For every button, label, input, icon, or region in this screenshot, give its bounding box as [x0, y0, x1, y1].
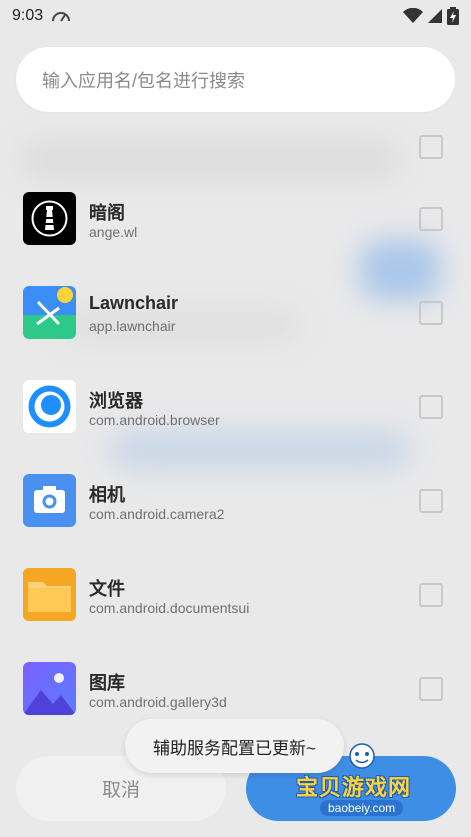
checkbox[interactable] [419, 135, 443, 159]
list-item[interactable]: Lawnchair app.lawnchair [0, 286, 471, 380]
app-package: app.lawnchair [89, 318, 176, 334]
checkbox[interactable] [419, 489, 443, 513]
wifi-icon [403, 8, 423, 23]
speedometer-icon [52, 12, 71, 22]
checkbox[interactable] [419, 395, 443, 419]
app-name: 文件 [89, 579, 125, 599]
app-name: 浏览器 [89, 391, 143, 411]
app-package: com.android.gallery3d [89, 694, 227, 710]
app-name: Lawnchair [89, 293, 179, 313]
search-placeholder: 输入应用名/包名进行搜索 [42, 70, 245, 91]
lawnchair-app-icon [23, 286, 76, 339]
checkbox[interactable] [419, 677, 443, 701]
toast-text: 辅助服务配置已更新~ [153, 738, 316, 758]
app-package: com.android.browser [89, 412, 220, 428]
list-item[interactable]: 浏览器 com.android.browser [0, 380, 471, 474]
app-package: ange.wl [89, 224, 138, 240]
status-time: 9:03 [12, 7, 44, 24]
browser-app-icon [23, 380, 76, 433]
battery-charging-icon [447, 7, 459, 25]
signal-icon [428, 9, 442, 23]
lighthouse-app-icon [23, 192, 76, 245]
camera-app-icon [23, 474, 76, 527]
folder-app-icon [23, 568, 76, 621]
checkbox[interactable] [419, 207, 443, 231]
background-blob [20, 140, 400, 180]
list-item[interactable]: 相机 com.android.camera2 [0, 474, 471, 568]
app-package: com.android.camera2 [89, 506, 225, 522]
checkbox[interactable] [419, 301, 443, 325]
list-item[interactable]: 暗阁 ange.wl [0, 192, 471, 286]
status-bar: 9:03 [0, 0, 471, 32]
list-item[interactable]: 文件 com.android.documentsui [0, 568, 471, 662]
app-name: 图库 [89, 673, 125, 693]
toast-message: 辅助服务配置已更新~ [125, 719, 344, 773]
gallery-app-icon [23, 662, 76, 715]
search-input[interactable]: 输入应用名/包名进行搜索 [16, 47, 455, 112]
app-package: com.android.documentsui [89, 600, 250, 616]
checkbox[interactable] [419, 583, 443, 607]
cancel-button-label: 取消 [101, 780, 140, 801]
app-name: 暗阁 [89, 203, 125, 223]
app-name: 相机 [89, 485, 125, 505]
